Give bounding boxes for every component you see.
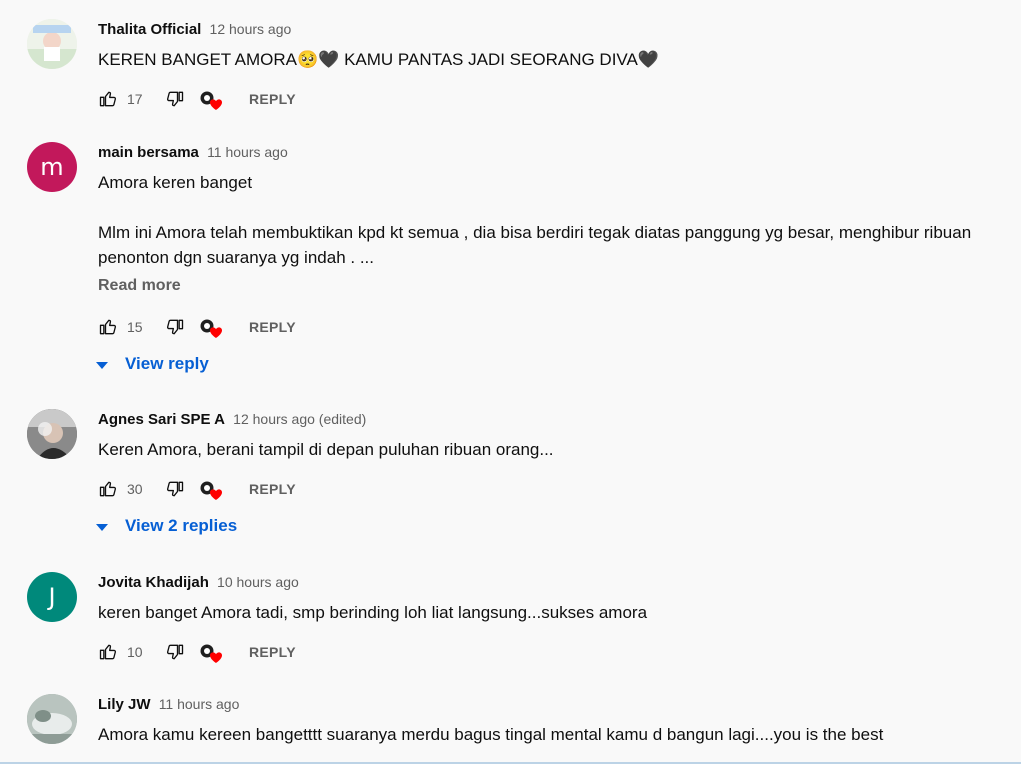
- thumbs-up-icon[interactable]: [98, 479, 118, 499]
- comment-author[interactable]: Jovita Khadijah: [98, 574, 209, 591]
- comment-text: Amora kamu kereen bangetttt suaranya mer…: [98, 725, 884, 744]
- thumbs-up-icon[interactable]: [98, 89, 118, 109]
- view-replies-label: View 2 replies: [125, 516, 238, 535]
- avatar[interactable]: m: [27, 142, 77, 192]
- chevron-down-icon: [96, 361, 108, 369]
- avatar-image: [27, 19, 77, 69]
- reply-button[interactable]: REPLY: [249, 481, 296, 497]
- thumbs-down-icon[interactable]: [165, 642, 185, 662]
- creator-heart-icon: [198, 478, 222, 500]
- thumbs-up-icon[interactable]: [98, 317, 118, 337]
- creator-heart-icon: [198, 641, 222, 663]
- read-more-link[interactable]: Read more: [98, 277, 181, 295]
- comment-author[interactable]: Thalita Official: [98, 21, 201, 38]
- comment-text: Keren Amora, berani tampil di depan pulu…: [98, 440, 554, 459]
- comment-author[interactable]: Agnes Sari SPE A: [98, 411, 225, 428]
- comment-author[interactable]: Lily JW: [98, 696, 151, 713]
- comment-text: keren banget Amora tadi, smp berinding l…: [98, 603, 648, 622]
- avatar-image: [27, 694, 77, 744]
- reply-button[interactable]: REPLY: [249, 91, 296, 107]
- comment-author[interactable]: main bersama: [98, 144, 199, 161]
- thumbs-down-icon[interactable]: [165, 317, 185, 337]
- comment-text-line: penonton dgn suaranya yg indah . ...: [98, 248, 374, 267]
- comment-text: KEREN BANGET AMORA🥺🖤 KAMU PANTAS JADI SE…: [98, 50, 660, 69]
- creator-heart-icon: [198, 316, 222, 338]
- view-replies-button[interactable]: View reply: [96, 354, 209, 374]
- reply-button[interactable]: REPLY: [249, 319, 296, 335]
- avatar[interactable]: [27, 19, 77, 69]
- reply-button[interactable]: REPLY: [249, 644, 296, 660]
- avatar[interactable]: J: [27, 572, 77, 622]
- like-count: 30: [127, 481, 143, 497]
- avatar[interactable]: [27, 409, 77, 459]
- comment-text-line: Mlm ini Amora telah membuktikan kpd kt s…: [98, 223, 972, 242]
- comment-timestamp[interactable]: 11 hours ago: [159, 696, 240, 712]
- comment-timestamp[interactable]: 11 hours ago: [207, 144, 288, 160]
- comment-actions: 15 REPLY: [98, 315, 296, 339]
- avatar-letter: m: [40, 153, 64, 181]
- like-count: 15: [127, 319, 143, 335]
- comment-timestamp[interactable]: 12 hours ago (edited): [233, 411, 366, 427]
- like-count: 17: [127, 91, 143, 107]
- thumbs-up-icon[interactable]: [98, 642, 118, 662]
- chevron-down-icon: [96, 523, 108, 531]
- avatar-image: [27, 409, 77, 459]
- avatar[interactable]: [27, 694, 77, 744]
- thumbs-down-icon[interactable]: [165, 89, 185, 109]
- creator-heart-icon: [198, 88, 222, 110]
- comment-timestamp[interactable]: 10 hours ago: [217, 574, 299, 590]
- comment-timestamp[interactable]: 12 hours ago: [210, 21, 292, 37]
- comment-actions: 10 REPLY: [98, 640, 296, 664]
- avatar-letter: J: [48, 583, 56, 611]
- comment-text-line: Amora keren banget: [98, 173, 253, 192]
- view-replies-button[interactable]: View 2 replies: [96, 516, 237, 536]
- comment-actions: 30 REPLY: [98, 477, 296, 501]
- like-count: 10: [127, 644, 143, 660]
- comment-actions: 17 REPLY: [98, 87, 296, 111]
- thumbs-down-icon[interactable]: [165, 479, 185, 499]
- view-replies-label: View reply: [125, 354, 209, 373]
